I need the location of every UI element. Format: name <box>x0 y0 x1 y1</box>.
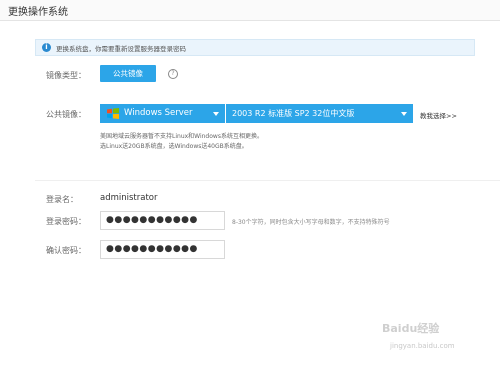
confirm-password-input[interactable]: ●●●●●●●●●●● <box>100 240 225 259</box>
windows-logo-icon <box>107 108 119 119</box>
watermark-brand: Baidu经验 <box>382 322 440 335</box>
chevron-down-icon <box>401 112 407 116</box>
os-select-value: Windows Server <box>124 108 193 118</box>
page-title: 更换操作系统 <box>8 7 68 18</box>
image-type-label: 镜像类型： <box>46 71 86 80</box>
username-label: 登录名： <box>46 195 78 204</box>
version-select[interactable]: 2003 R2 标准版 SP2 32位中文版 <box>226 104 413 123</box>
password-label: 登录密码： <box>46 217 86 226</box>
password-input[interactable]: ●●●●●●●●●●● <box>100 211 225 230</box>
password-hint: 8-30个字符，同时包含大小写字母和数字，不支持特殊符号 <box>232 219 390 226</box>
image-note-1: 美国地域云服务器暂不支持Linux和Windows系统互相更换。 <box>100 133 263 140</box>
image-note-2: 选Linux送20GB系统盘，选Windows送40GB系统盘。 <box>100 143 248 150</box>
page-header: 更换操作系统 <box>0 0 500 21</box>
os-select[interactable]: Windows Server <box>100 104 225 123</box>
public-image-label: 公共镜像： <box>46 110 86 119</box>
watermark-url: jingyan.baidu.com <box>390 342 455 350</box>
info-icon: i <box>42 43 51 52</box>
chevron-down-icon <box>213 112 219 116</box>
notice-banner: i 更换系统盘，你需要重新设置服务器登录密码 <box>35 39 475 56</box>
help-choose-link[interactable]: 教我选择>> <box>420 110 457 120</box>
version-select-value: 2003 R2 标准版 SP2 32位中文版 <box>232 109 355 118</box>
watermark: Baidu经验 jingyan.baidu.com <box>382 320 482 360</box>
public-image-button[interactable]: 公共镜像 <box>100 65 156 82</box>
change-os-panel: i 更换系统盘，你需要重新设置服务器登录密码 镜像类型： 公共镜像 ? 公共镜像… <box>35 20 500 371</box>
confirm-password-label: 确认密码： <box>46 246 86 255</box>
section-divider <box>35 180 500 181</box>
notice-text: 更换系统盘，你需要重新设置服务器登录密码 <box>56 45 186 53</box>
help-icon[interactable]: ? <box>168 69 178 79</box>
username-value: administrator <box>100 193 158 203</box>
